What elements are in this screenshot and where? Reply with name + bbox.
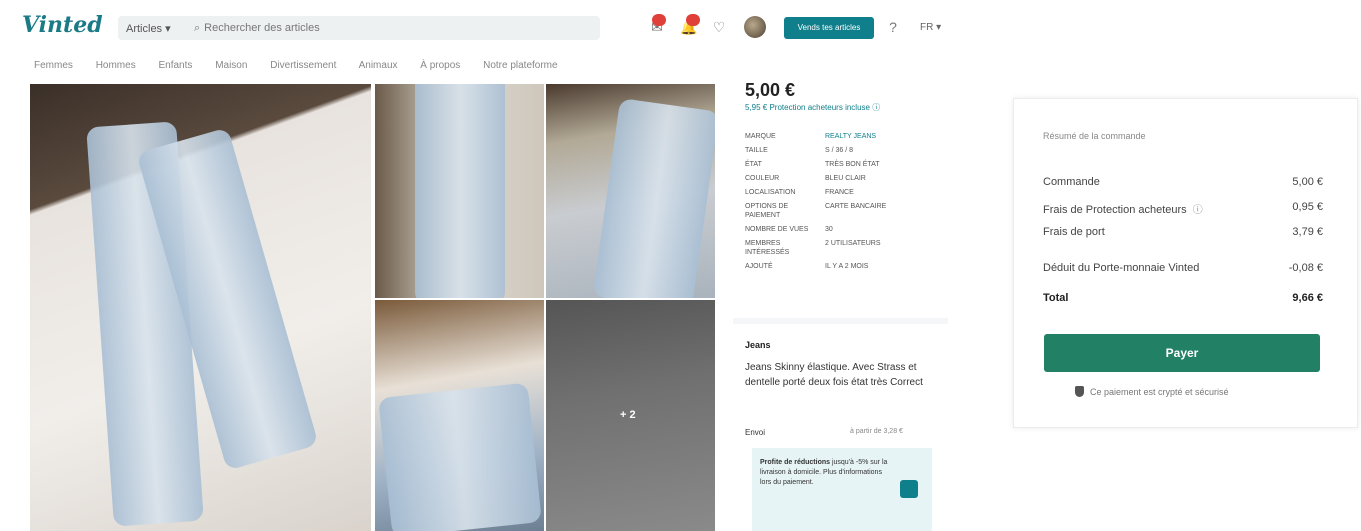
- property-row: Ajouté Il y a 2 mois: [745, 262, 937, 271]
- property-value: Carte bancaire: [825, 203, 887, 210]
- summary-title: Résumé de la commande: [1043, 131, 1146, 141]
- property-row: Options de paiement Carte bancaire: [745, 202, 937, 220]
- summary-row-protection: Frais de Protection acheteurs ⓘ 0,95 €: [1043, 201, 1323, 216]
- nav-item-animaux[interactable]: Animaux: [359, 60, 398, 71]
- property-key: Ajouté: [745, 263, 773, 270]
- property-value: 2 utilisateurs: [825, 240, 881, 247]
- listing-page: Vinted Articles ▾ ⌕ Rechercher des articl…: [0, 0, 960, 531]
- property-row: Nombre de vues 30: [745, 225, 937, 234]
- search-input[interactable]: ⌕ Rechercher des articles: [186, 16, 600, 40]
- pay-button[interactable]: Payer: [1044, 334, 1320, 372]
- item-price: 5,00 €: [745, 80, 796, 100]
- property-key: Taille: [745, 147, 768, 154]
- item-properties: Marque Realty Jeans Taille S / 36 / 8 État…: [745, 132, 937, 276]
- summary-row-shipping: Frais de port 3,79 €: [1043, 226, 1323, 238]
- property-row: Membres intéressés 2 utilisateurs: [745, 239, 937, 257]
- property-key: Membres intéressés: [745, 240, 790, 256]
- property-row: État Très bon état: [745, 160, 937, 169]
- property-value: S / 36 / 8: [825, 147, 854, 154]
- photo-thumbnail[interactable]: [546, 84, 715, 298]
- favorites-icon[interactable]: ♡: [710, 18, 728, 36]
- info-icon[interactable]: ⓘ: [1193, 205, 1203, 216]
- avatar[interactable]: [744, 16, 766, 38]
- property-value[interactable]: Realty Jeans: [825, 132, 937, 141]
- more-photos-label[interactable]: + 2: [620, 409, 636, 421]
- property-row: Marque Realty Jeans: [745, 132, 937, 141]
- info-icon: ⓘ: [872, 103, 881, 112]
- property-key: Couleur: [745, 175, 780, 182]
- nav-item-hommes[interactable]: Hommes: [96, 60, 136, 71]
- item-title: Jeans: [745, 340, 771, 350]
- property-key: État: [745, 161, 762, 168]
- summary-row-wallet: Déduit du Porte-monnaie Vinted -0,08 €: [1043, 262, 1323, 274]
- property-value: France: [825, 189, 854, 196]
- photo-thumbnail[interactable]: [375, 84, 544, 298]
- property-key: Localisation: [745, 189, 796, 196]
- shipping-value: à partir de 3,28 €: [850, 428, 903, 435]
- nav-item-maison[interactable]: Maison: [215, 60, 247, 71]
- property-value: Très bon état: [825, 161, 880, 168]
- summary-row-commande: Commande 5,00 €: [1043, 176, 1323, 188]
- nav-item-femmes[interactable]: Femmes: [34, 60, 73, 71]
- vinted-logo[interactable]: Vinted: [22, 12, 103, 38]
- property-value: 30: [825, 226, 833, 233]
- category-select[interactable]: Articles ▾: [118, 16, 186, 40]
- nav-item-plateforme[interactable]: Notre plateforme: [483, 60, 557, 71]
- notifications-badge: [686, 14, 700, 26]
- shipping-promo[interactable]: Profite de réductions jusqu'à -5% sur la…: [752, 448, 932, 531]
- summary-total: Total 9,66 €: [1043, 292, 1323, 304]
- property-row: Couleur Bleu clair: [745, 174, 937, 183]
- property-value: Il y a 2 mois: [825, 263, 869, 270]
- top-bar: Vinted Articles ▾ ⌕ Rechercher des articl…: [0, 0, 960, 52]
- property-key: Marque: [745, 133, 776, 140]
- property-row: Taille S / 36 / 8: [745, 146, 937, 155]
- secure-notice: Ce paiement est crypté et sécurisé: [1075, 386, 1229, 397]
- item-description: Jeans Skinny élastique. Avec Strass et d…: [745, 362, 923, 388]
- category-nav: Femmes Hommes Enfants Maison Divertissem…: [34, 60, 578, 71]
- language-select[interactable]: FR ▾: [920, 22, 941, 33]
- property-key: Nombre de vues: [745, 226, 809, 233]
- messages-badge: [652, 14, 666, 26]
- buyer-protection-link[interactable]: 5,95 € Protection acheteurs incluse ⓘ: [745, 102, 880, 113]
- search-icon: ⌕: [194, 22, 201, 34]
- promo-text: Profite de réductions jusqu'à -5% sur la…: [760, 459, 888, 486]
- jean-shape: [378, 382, 542, 531]
- sell-button[interactable]: Vends tes articles: [784, 17, 874, 39]
- promo-icon: [900, 480, 918, 498]
- nav-item-enfants[interactable]: Enfants: [158, 60, 192, 71]
- property-key: Options de paiement: [745, 203, 789, 219]
- jean-shape: [592, 98, 715, 298]
- photo-thumbnail[interactable]: [375, 300, 544, 531]
- nav-item-a-propos[interactable]: À propos: [420, 60, 460, 71]
- nav-item-divertissement[interactable]: Divertissement: [270, 60, 336, 71]
- help-icon[interactable]: ?: [884, 18, 902, 36]
- property-value: Bleu clair: [825, 175, 866, 182]
- jean-shape: [415, 84, 505, 298]
- main-photo[interactable]: [30, 84, 371, 531]
- property-row: Localisation France: [745, 188, 937, 197]
- search-placeholder: Rechercher des articles: [204, 22, 320, 34]
- shield-icon: [1075, 386, 1084, 397]
- shipping-label: Envoi: [745, 428, 766, 437]
